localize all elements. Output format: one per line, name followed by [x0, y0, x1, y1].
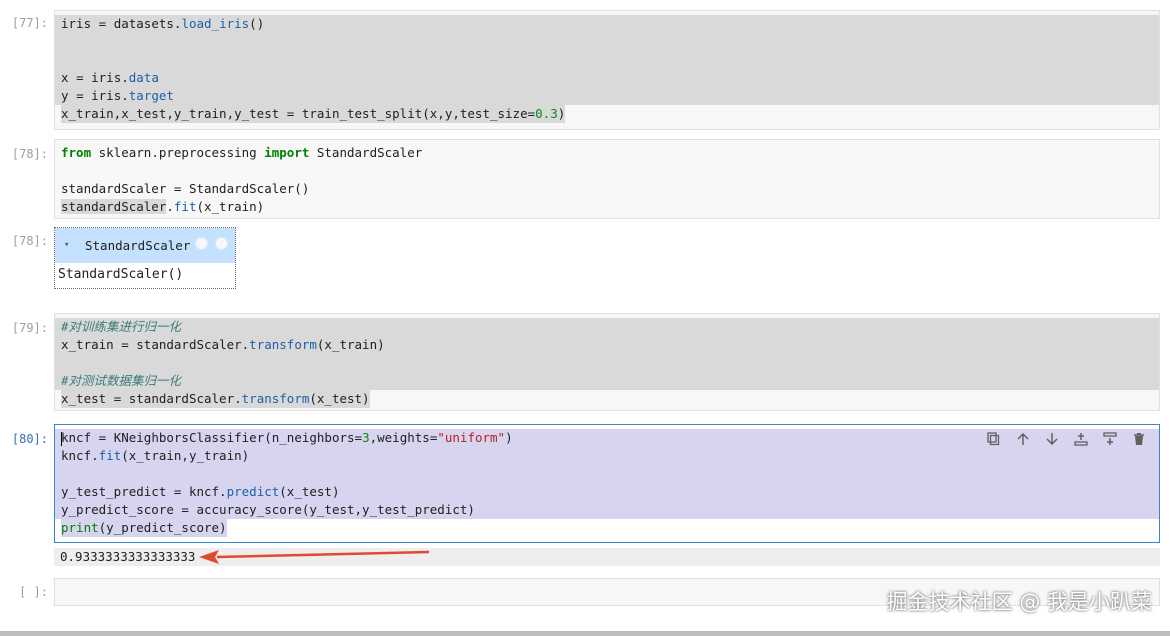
bottom-scrollbar[interactable]	[0, 631, 1170, 636]
move-up-icon[interactable]	[1015, 431, 1031, 447]
cell-prompt: [77]:	[11, 16, 48, 30]
insert-above-icon[interactable]	[1073, 431, 1089, 447]
watermark: 掘金技术社区 @ 我是小趴菜	[886, 590, 1152, 614]
code-line: x_test = standardScaler.transform(x_test…	[61, 390, 370, 408]
code-line: kncf.fit(x_train,y_train)	[55, 447, 1159, 465]
insert-below-icon[interactable]	[1102, 431, 1118, 447]
comment-line: #对测试数据集归一化	[55, 372, 1159, 390]
estimator-header[interactable]: ▾ StandardScaler	[55, 228, 235, 263]
estimator-label: StandardScaler	[85, 238, 191, 253]
code-editor[interactable]: from sklearn.preprocessing import Standa…	[54, 139, 1160, 219]
cell-prompt: [79]:	[11, 321, 48, 335]
code-line: y_predict_score = accuracy_score(y_test,…	[55, 501, 1159, 519]
cell-prompt: [80]:	[11, 432, 48, 446]
move-down-icon[interactable]	[1044, 431, 1060, 447]
output-text: 0.9333333333333333	[60, 549, 196, 564]
code-line: from sklearn.preprocessing import Standa…	[61, 145, 423, 160]
code-line: y_test_predict = kncf.predict(x_test)	[55, 483, 1159, 501]
code-editor[interactable]: kncf = KNeighborsClassifier(n_neighbors=…	[54, 424, 1160, 543]
blank-line	[55, 33, 1159, 51]
code-line: print(y_predict_score)	[61, 519, 227, 537]
estimator-repr: StandardScaler()	[58, 267, 184, 282]
code-line: x_train = standardScaler.transform(x_tra…	[55, 336, 1159, 354]
help-icon[interactable]	[195, 237, 208, 250]
estimator-display[interactable]: ▾ StandardScaler StandardScaler()	[54, 227, 236, 289]
comment-line: #对训练集进行归一化	[55, 318, 1159, 336]
code-editor[interactable]: #对训练集进行归一化 x_train = standardScaler.tran…	[54, 313, 1160, 411]
collapse-arrow-icon[interactable]: ▾	[64, 228, 69, 263]
code-line: standardScaler = StandardScaler()	[61, 181, 310, 196]
code-line: x = iris.data	[55, 69, 1159, 87]
code-line: y = iris.target	[55, 87, 1159, 105]
cell-prompt: [78]:	[11, 147, 48, 161]
duplicate-icon[interactable]	[986, 431, 1002, 447]
code-line: iris = datasets.load_iris()	[55, 15, 1159, 33]
status-icon	[215, 237, 228, 250]
output-prompt: [78]:	[11, 234, 48, 248]
annotation-arrow	[199, 550, 430, 564]
delete-icon[interactable]	[1131, 431, 1147, 447]
code-line: standardScaler.fit(x_train)	[61, 199, 265, 214]
code-line: x_train,x_test,y_train,y_test = train_te…	[61, 105, 566, 123]
blank-line	[55, 465, 1159, 483]
blank-line	[55, 354, 1159, 372]
cell-toolbar	[986, 431, 1147, 447]
code-editor[interactable]: iris = datasets.load_iris() x = iris.dat…	[54, 10, 1160, 130]
cell-prompt: [ ]:	[19, 585, 48, 599]
blank-line	[55, 51, 1159, 69]
